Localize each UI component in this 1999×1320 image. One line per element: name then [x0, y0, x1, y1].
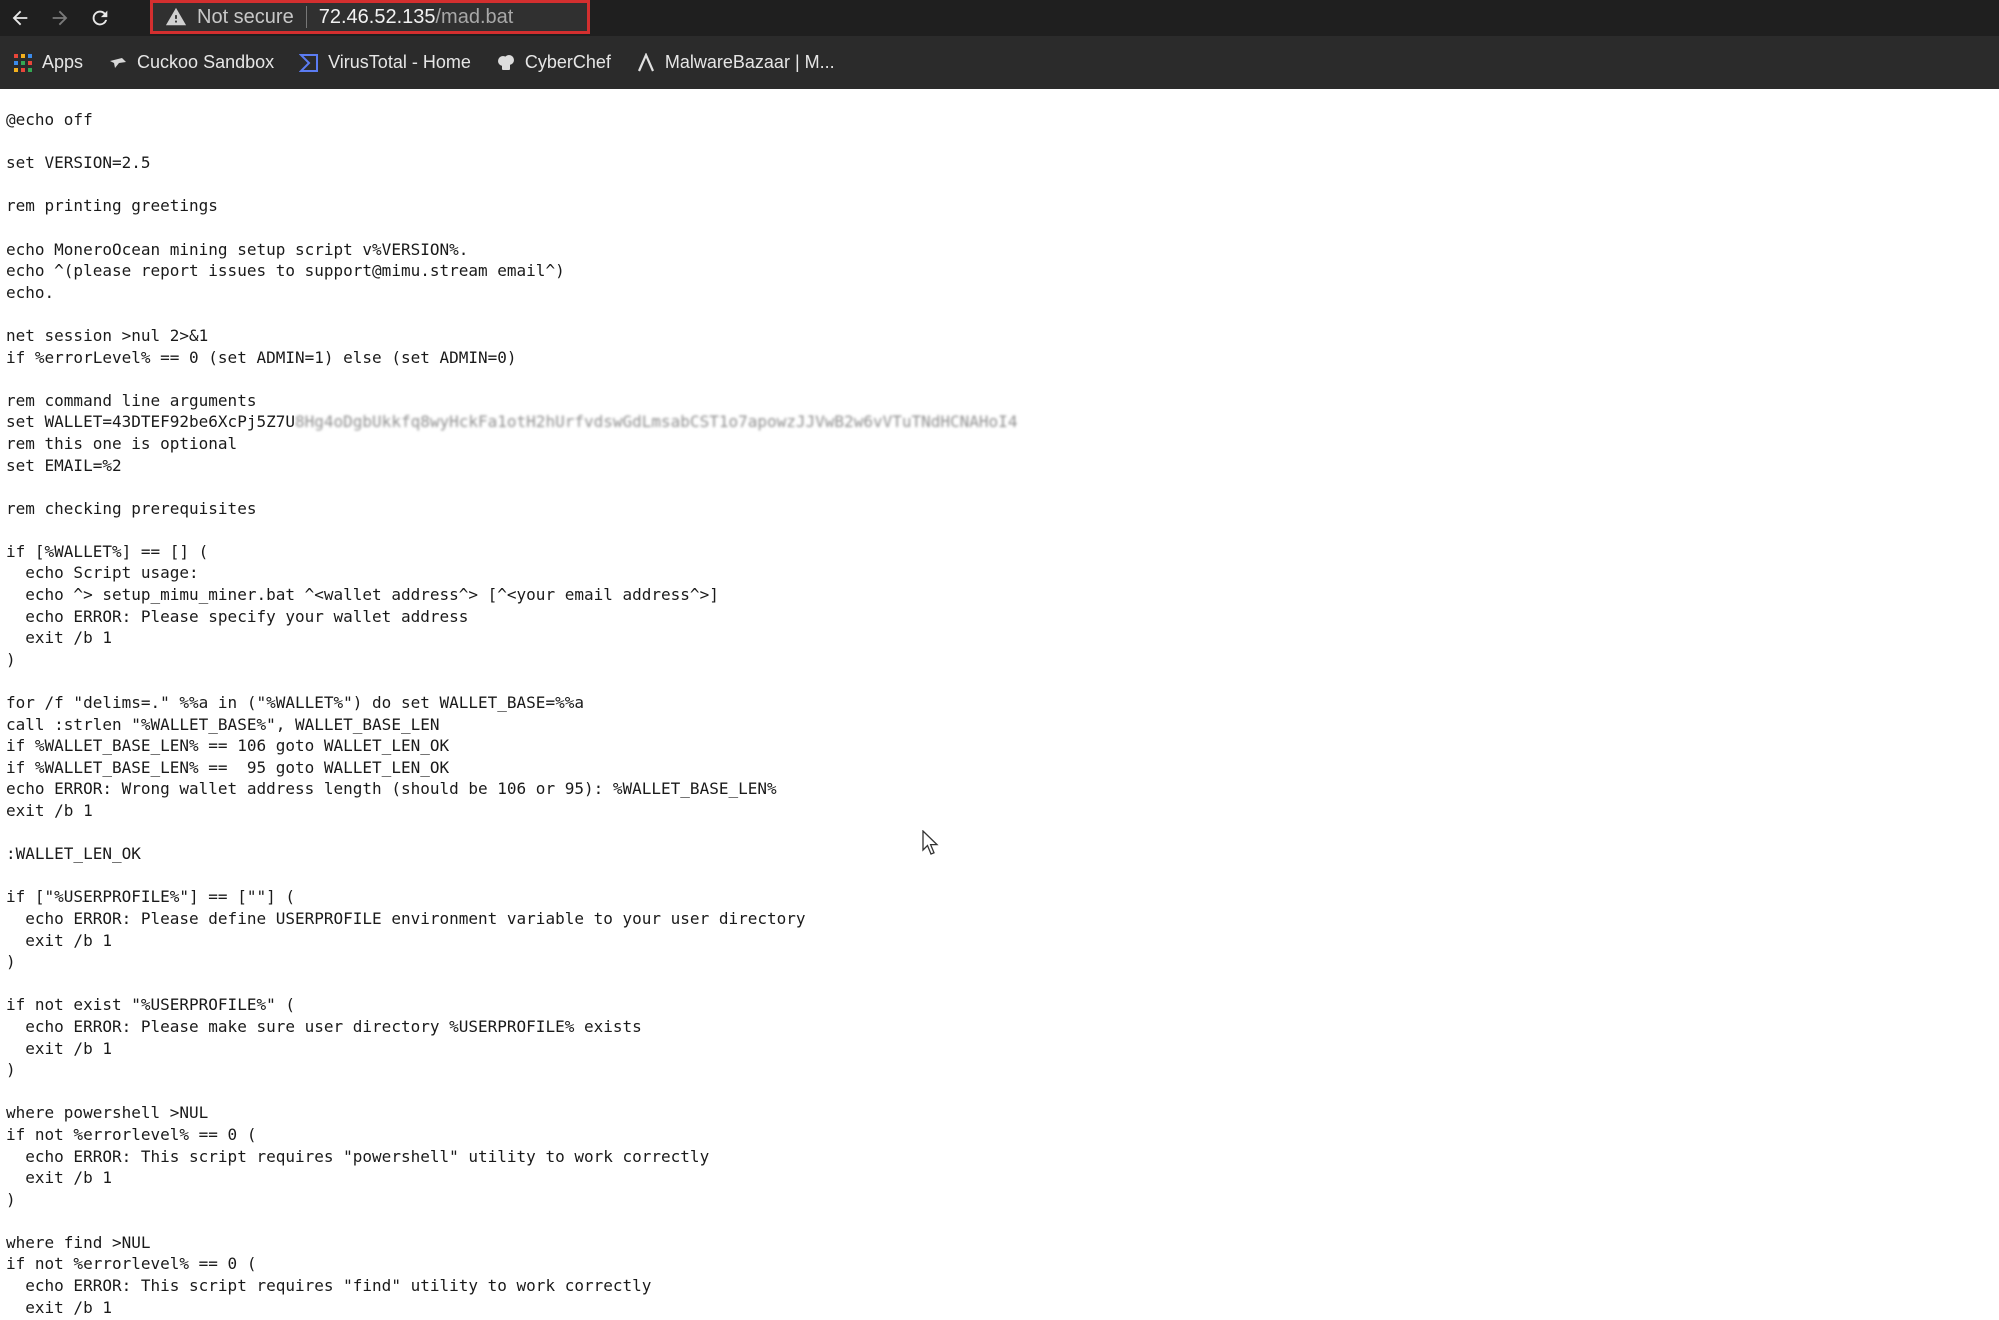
apps-grid-icon — [12, 52, 34, 74]
script-line — [6, 174, 1999, 196]
warning-triangle-icon — [165, 7, 187, 26]
address-bar[interactable]: Not secure 72.46.52.135/mad.bat — [150, 0, 590, 34]
forward-button[interactable] — [40, 0, 80, 36]
script-line: echo ^> setup_mimu_miner.bat ^<wallet ad… — [6, 585, 719, 605]
bookmark-label: Apps — [42, 52, 84, 72]
mouse-pointer-icon — [922, 830, 939, 855]
script-line: echo ERROR: Please define USERPROFILE en… — [6, 908, 806, 928]
script-line: rem checking prerequisites — [6, 498, 257, 518]
script-line — [6, 217, 1999, 239]
script-line: exit /b 1 — [6, 801, 93, 820]
cuckoo-icon — [107, 52, 129, 74]
script-line: echo ERROR: This script requires "find" … — [6, 1276, 652, 1296]
script-line — [6, 973, 1999, 995]
script-line: if not exist "%USERPROFILE%" ( — [6, 995, 295, 1015]
script-line — [6, 1210, 1999, 1232]
script-line — [6, 865, 1999, 887]
forward-arrow-icon — [52, 10, 68, 26]
script-line — [6, 822, 1999, 844]
script-line: if %WALLET_BASE_LEN% == 95 goto WALLET_L… — [6, 757, 450, 777]
script-line: rem printing greetings — [6, 196, 218, 216]
script-line — [6, 1081, 1999, 1103]
script-line: :WALLET_LEN_OK — [6, 844, 141, 864]
script-line: if [%WALLET%] == [] ( — [6, 541, 209, 561]
url-host: 72.46.52.135 — [318, 5, 436, 28]
bookmark-label: Cuckoo Sandbox — [137, 52, 275, 72]
malwarebazaar-icon — [635, 52, 657, 74]
bookmark-label: MalwareBazaar | M... — [664, 52, 835, 72]
script-line: where find >NUL — [6, 1232, 151, 1252]
script-line: echo ERROR: Wrong wallet address length … — [6, 779, 777, 799]
script-line: ) — [6, 1060, 16, 1080]
browser-toolbar: Not secure 72.46.52.135/mad.bat — [0, 0, 1999, 36]
back-button[interactable] — [0, 0, 40, 36]
bookmark-label: VirusTotal - Home — [328, 52, 471, 72]
script-line: exit /b 1 — [6, 1168, 112, 1188]
script-source-text: @echo off set VERSION=2.5 rem printing gre… — [0, 89, 1999, 1318]
script-line: ) — [6, 952, 16, 972]
script-line — [6, 303, 1999, 325]
script-line — [6, 368, 1999, 390]
address-separator — [305, 6, 307, 28]
script-line: @echo off — [6, 110, 93, 129]
script-line — [6, 519, 1999, 541]
script-line: ) — [6, 649, 16, 669]
bookmarks-bar: Apps Cuckoo Sandbox VirusTotal - Home Cy… — [0, 36, 1999, 89]
url-path: /mad.bat — [435, 5, 514, 28]
cyberchef-icon — [495, 52, 517, 74]
script-line: echo ^(please report issues to support@m… — [6, 261, 565, 281]
script-line: ) — [6, 1189, 16, 1209]
script-line: where powershell >NUL — [6, 1103, 209, 1123]
script-line: for /f "delims=." %%a in ("%WALLET%") do… — [6, 693, 584, 713]
script-line: exit /b 1 — [6, 930, 112, 950]
back-arrow-icon — [12, 10, 28, 26]
script-line: set EMAIL=%2 — [6, 455, 122, 475]
script-line: if %WALLET_BASE_LEN% == 106 goto WALLET_… — [6, 736, 450, 756]
script-line: echo. — [6, 282, 55, 302]
script-line: echo Script usage: — [6, 563, 199, 583]
script-line: if %errorLevel% == 0 (set ADMIN=1) else … — [6, 347, 517, 367]
script-line: exit /b 1 — [6, 1038, 112, 1058]
reload-button[interactable] — [80, 0, 120, 36]
script-line: net session >nul 2>&1 — [6, 325, 209, 345]
reload-icon — [92, 10, 108, 26]
script-line: echo ERROR: Please specify your wallet a… — [6, 606, 469, 626]
virustotal-icon — [298, 52, 320, 74]
redacted-wallet-address: 8Hg4oDgbUkkfq8wyHckFa1otH2hUrfvdswGdLmsa… — [294, 412, 1018, 432]
script-line: if ["%USERPROFILE%"] == [""] ( — [6, 887, 295, 907]
script-line: call :strlen "%WALLET_BASE%", WALLET_BAS… — [6, 714, 440, 734]
bookmark-malwarebazaar[interactable]: MalwareBazaar | M... — [635, 52, 835, 74]
bookmark-apps[interactable]: Apps — [12, 52, 83, 74]
script-line — [6, 670, 1999, 692]
script-line: rem this one is optional — [6, 433, 238, 453]
bookmark-virustotal[interactable]: VirusTotal - Home — [298, 52, 471, 74]
script-line: if not %errorlevel% == 0 ( — [6, 1254, 257, 1274]
bookmark-label: CyberChef — [524, 52, 611, 72]
bookmark-cuckoo-sandbox[interactable]: Cuckoo Sandbox — [107, 52, 274, 74]
script-line: if not %errorlevel% == 0 ( — [6, 1124, 257, 1144]
script-line: exit /b 1 — [6, 1297, 112, 1317]
script-line: set VERSION=2.5 — [6, 153, 151, 173]
script-line: set WALLET=43DTEF92be6XcPj5Z7U8Hg4oDgbUk… — [6, 411, 1999, 433]
bookmark-cyberchef[interactable]: CyberChef — [495, 52, 611, 74]
script-line: rem command line arguments — [6, 390, 257, 410]
wallet-line-prefix: set WALLET=43DTEF92be6XcPj5Z7U — [6, 412, 295, 432]
script-line: echo ERROR: This script requires "powers… — [6, 1146, 710, 1166]
script-line: echo MoneroOcean mining setup script v%V… — [6, 239, 469, 259]
page-content: @echo off set VERSION=2.5 rem printing gre… — [0, 89, 1999, 1320]
script-line — [6, 131, 1999, 153]
script-line — [6, 476, 1999, 498]
script-line: echo ERROR: Please make sure user direct… — [6, 1016, 642, 1036]
script-line: exit /b 1 — [6, 628, 112, 648]
not-secure-label[interactable]: Not secure — [197, 6, 294, 29]
